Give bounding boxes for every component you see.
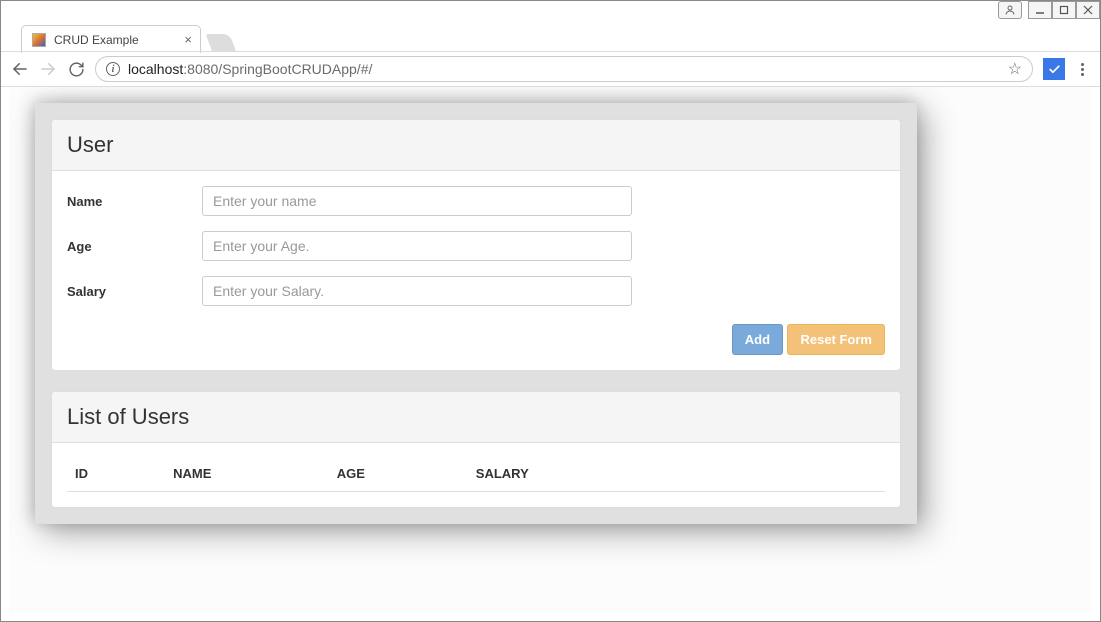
age-label: Age <box>67 239 202 254</box>
browser-toolbar: i localhost:8080/SpringBootCRUDApp/#/ ☆ <box>1 51 1100 87</box>
salary-input[interactable] <box>202 276 632 306</box>
col-age: AGE <box>329 458 468 492</box>
url-path: :8080/SpringBootCRUDApp/#/ <box>183 61 372 77</box>
browser-tab[interactable]: CRUD Example × <box>21 25 201 53</box>
bookmark-star-icon[interactable]: ☆ <box>1008 59 1022 79</box>
salary-label: Salary <box>67 284 202 299</box>
maximize-button[interactable] <box>1052 1 1076 19</box>
col-id: ID <box>67 458 165 492</box>
user-form-panel: User Name Age Salary Add Reset Form <box>51 119 901 371</box>
add-button[interactable]: Add <box>732 324 783 355</box>
reset-button[interactable]: Reset Form <box>787 324 885 355</box>
address-bar[interactable]: i localhost:8080/SpringBootCRUDApp/#/ ☆ <box>95 56 1033 82</box>
user-list-panel: List of Users ID NAME AGE SALARY <box>51 391 901 508</box>
user-list-heading: List of Users <box>52 392 900 443</box>
col-name: NAME <box>165 458 329 492</box>
age-input[interactable] <box>202 231 632 261</box>
minimize-button[interactable] <box>1028 1 1052 19</box>
browser-menu-button[interactable] <box>1075 63 1090 76</box>
tab-title: CRUD Example <box>54 33 139 47</box>
back-button[interactable] <box>11 60 29 78</box>
user-form-title: User <box>67 132 113 157</box>
form-actions: Add Reset Form <box>67 324 885 355</box>
new-tab-button[interactable] <box>206 34 237 52</box>
user-form-heading: User <box>52 120 900 171</box>
forward-button[interactable] <box>39 60 57 78</box>
window-controls <box>998 1 1100 19</box>
user-list-body: ID NAME AGE SALARY <box>52 443 900 507</box>
favicon-icon <box>32 33 46 47</box>
col-salary: SALARY <box>468 458 885 492</box>
name-label: Name <box>67 194 202 209</box>
user-list-title: List of Users <box>67 404 189 429</box>
reload-button[interactable] <box>67 60 85 78</box>
close-window-button[interactable] <box>1076 1 1100 19</box>
page-container: User Name Age Salary Add Reset Form <box>35 103 917 524</box>
form-group-age: Age <box>67 231 885 261</box>
url-host: localhost <box>128 61 183 77</box>
extension-button[interactable] <box>1043 58 1065 80</box>
tab-bar: CRUD Example × <box>9 23 1092 53</box>
name-input[interactable] <box>202 186 632 216</box>
user-form-body: Name Age Salary Add Reset Form <box>52 171 900 370</box>
page-viewport: User Name Age Salary Add Reset Form <box>9 87 1092 613</box>
user-profile-button[interactable] <box>998 1 1022 19</box>
tab-close-icon[interactable]: × <box>184 32 192 47</box>
site-info-icon[interactable]: i <box>106 62 120 76</box>
form-group-salary: Salary <box>67 276 885 306</box>
table-header-row: ID NAME AGE SALARY <box>67 458 885 492</box>
user-table: ID NAME AGE SALARY <box>67 458 885 492</box>
form-group-name: Name <box>67 186 885 216</box>
